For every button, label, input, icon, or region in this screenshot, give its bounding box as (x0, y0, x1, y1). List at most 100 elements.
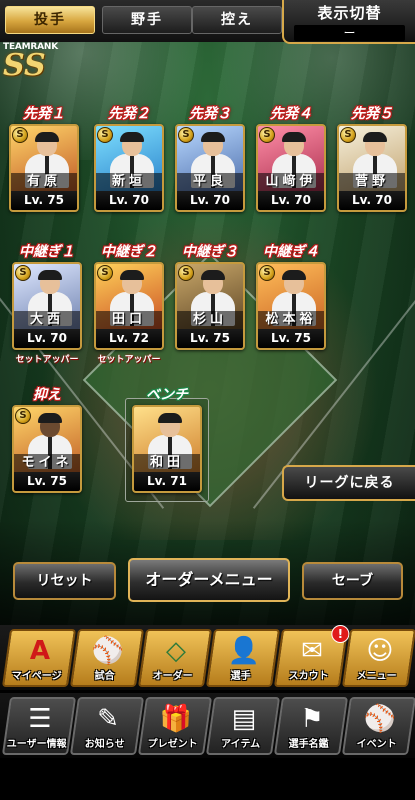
team-rank: TEAMRANK SS (3, 42, 58, 83)
player-card[interactable]: S 菅野 Lv. 70 (337, 124, 407, 212)
main-menu-row: A マイページ ⚾ 試合 ◇ オーダー 👤 選手 ! ✉ スカウト ☺ メニュー (0, 625, 415, 690)
starter-slot-3[interactable]: 先発３ S 平良 Lv. 70 (175, 104, 245, 212)
rank-badge-icon: S (178, 265, 194, 281)
diamond-icon: ◇ (165, 636, 186, 666)
rank-badge-icon: S (97, 265, 113, 281)
slot-role: 中継ぎ３ (182, 244, 238, 260)
menu-label: オーダー (152, 671, 193, 682)
gift-icon: 🎁 (159, 704, 193, 734)
reliever-slot-2[interactable]: 中継ぎ２ S 田口 Lv. 72 セットアッパー (94, 242, 164, 365)
slot-role: 中継ぎ１ (19, 244, 75, 260)
menu-label: 試合 (94, 671, 115, 682)
player-level: Lv. 72 (96, 329, 162, 348)
player-name: 菅野 (339, 173, 405, 191)
tab-fielder[interactable]: 野手 (102, 6, 192, 34)
closer-slot[interactable]: 抑え S モイネロ Lv. 75 (12, 385, 82, 493)
starter-slot-4[interactable]: 先発４ S 山﨑伊 Lv. 70 (256, 104, 326, 212)
player-level: Lv. 70 (14, 329, 80, 348)
player-directory-button[interactable]: ⚑ 選手名鑑 (273, 697, 349, 755)
slot-role: 抑え (33, 387, 61, 403)
order-menu-button[interactable]: オーダーメニュー (128, 558, 290, 602)
player-card[interactable]: 和田 Lv. 71 (132, 405, 202, 493)
slot-role: 先発１ (23, 106, 65, 122)
player-level: Lv. 75 (14, 472, 80, 491)
menu-button[interactable]: ☺ メニュー (341, 629, 415, 687)
notification-badge: ! (331, 625, 350, 643)
sub-menu-row: ☰ ユーザー情報 ✎ お知らせ 🎁 プレゼント ▤ アイテム ⚑ 選手名鑑 ⚾ … (0, 693, 415, 758)
present-button[interactable]: 🎁 プレゼント (137, 697, 213, 755)
starter-slot-2[interactable]: 先発２ S 新垣 Lv. 70 (94, 104, 164, 212)
directory-icon: ⚑ (300, 704, 324, 734)
baseball-icon: ⚾ (91, 636, 125, 666)
menu-label: マイページ (11, 671, 62, 682)
player-name: 新垣 (96, 173, 162, 191)
reliever-slot-3[interactable]: 中継ぎ３ S 杉山 Lv. 75 (175, 242, 245, 352)
bottom-safe-area (0, 760, 415, 800)
player-card[interactable]: S 新垣 Lv. 70 (94, 124, 164, 212)
back-to-league-button[interactable]: リーグに戻る (282, 465, 415, 501)
reset-button[interactable]: リセット (13, 562, 116, 600)
player-name: 有原 (11, 173, 77, 191)
tab-pitcher[interactable]: 投手 (5, 6, 95, 34)
user-info-icon: ☰ (28, 704, 52, 734)
rank-badge-icon: S (15, 408, 31, 424)
slot-role: 先発３ (189, 106, 231, 122)
tab-bench[interactable]: 控え (192, 6, 282, 34)
player-icon: 👤 (227, 636, 261, 666)
item-button[interactable]: ▤ アイテム (205, 697, 281, 755)
slot-role: 中継ぎ２ (101, 244, 157, 260)
event-icon: ⚾ (363, 704, 397, 734)
rank-badge-icon: S (340, 127, 356, 143)
player-card[interactable]: S 松本裕 Lv. 75 (256, 262, 326, 350)
player-card[interactable]: S 有原 Lv. 75 (9, 124, 79, 212)
player-card[interactable]: S モイネロ Lv. 75 (12, 405, 82, 493)
slot-role: 先発２ (108, 106, 150, 122)
player-name: 田口 (96, 311, 162, 329)
starter-slot-1[interactable]: 先発１ S 有原 Lv. 75 (9, 104, 79, 212)
mypage-icon: A (29, 636, 51, 666)
player-card[interactable]: S 山﨑伊 Lv. 70 (256, 124, 326, 212)
menu-label: お知らせ (84, 739, 125, 750)
player-level: Lv. 70 (339, 191, 405, 210)
player-name: 大西 (14, 311, 80, 329)
player-name: 杉山 (177, 311, 243, 329)
player-card[interactable]: S 大西 Lv. 70 (12, 262, 82, 350)
slot-role: 中継ぎ４ (263, 244, 319, 260)
team-rank-value: SS (3, 48, 46, 83)
save-button[interactable]: セーブ (302, 562, 403, 600)
reliever-slot-4[interactable]: 中継ぎ４ S 松本裕 Lv. 75 (256, 242, 326, 352)
menu-label: プレゼント (147, 739, 198, 750)
player-card[interactable]: S 田口 Lv. 72 (94, 262, 164, 350)
scout-button[interactable]: ! ✉ スカウト (273, 625, 350, 687)
player-name: 山﨑伊 (258, 173, 324, 191)
menu-label: スカウト (288, 671, 329, 682)
slot-role: 先発４ (270, 106, 312, 122)
player-level: Lv. 75 (258, 329, 324, 348)
rank-badge-icon: S (259, 265, 275, 281)
bench-slot[interactable]: ベンチ 和田 Lv. 71 (132, 385, 202, 493)
rank-badge-icon: S (178, 127, 194, 143)
menu-label: アイテム (221, 739, 261, 750)
role-note: セットアッパー (15, 355, 79, 365)
mypage-button[interactable]: A マイページ (1, 629, 77, 687)
player-name: 和田 (134, 454, 200, 472)
rank-badge-icon: S (15, 265, 31, 281)
player-level: Lv. 70 (177, 191, 243, 210)
player-level: Lv. 71 (134, 472, 200, 491)
game-button[interactable]: ⚾ 試合 (69, 629, 145, 687)
display-toggle-value: ー (294, 25, 405, 41)
players-button[interactable]: 👤 選手 (205, 629, 281, 687)
user-info-button[interactable]: ☰ ユーザー情報 (1, 697, 77, 755)
player-level: Lv. 75 (177, 329, 243, 348)
news-button[interactable]: ✎ お知らせ (69, 697, 145, 755)
reliever-slot-1[interactable]: 中継ぎ１ S 大西 Lv. 70 セットアッパー (12, 242, 82, 365)
slot-role: ベンチ (146, 387, 188, 403)
player-card[interactable]: S 杉山 Lv. 75 (175, 262, 245, 350)
player-card[interactable]: S 平良 Lv. 70 (175, 124, 245, 212)
rank-badge-icon: S (259, 127, 275, 143)
order-button[interactable]: ◇ オーダー (137, 629, 213, 687)
rank-badge-icon: S (12, 127, 28, 143)
display-toggle-button[interactable]: 表示切替 ー (282, 0, 415, 44)
starter-slot-5[interactable]: 先発５ S 菅野 Lv. 70 (337, 104, 407, 212)
event-button[interactable]: ⚾ イベント (341, 697, 415, 755)
